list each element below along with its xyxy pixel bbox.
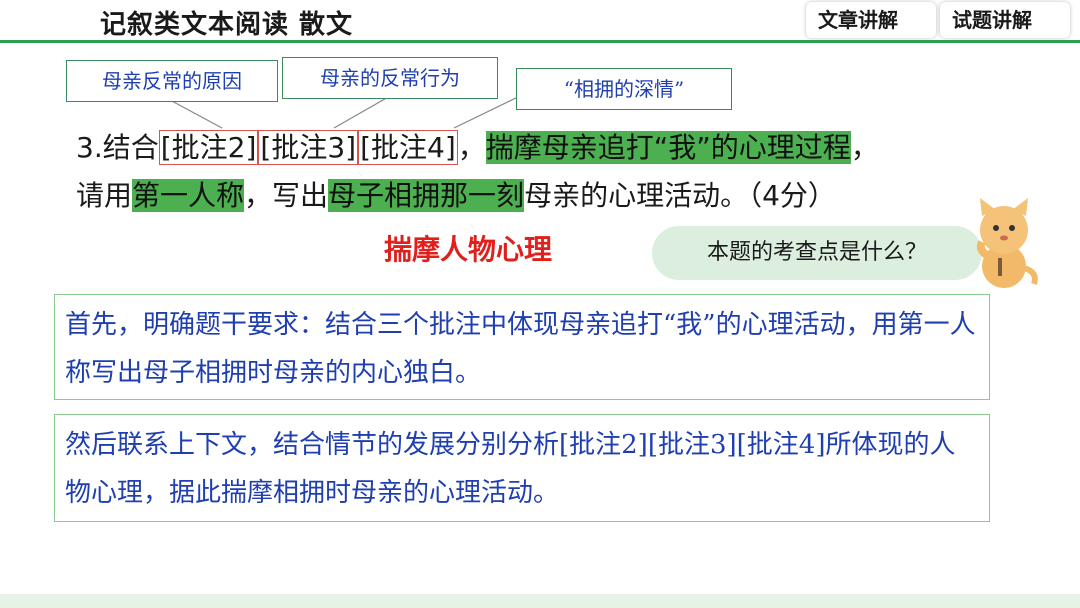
highlight-first-person: 第一人称 xyxy=(132,179,245,212)
highlight-process: 揣摩母亲追打“我”的心理过程 xyxy=(485,131,851,164)
key-point-title: 揣摩人物心理 xyxy=(384,233,553,266)
question-line-1: 3.结合[批注2] [批注3] [批注4]，揣摩母亲追打“我”的心理过程， xyxy=(76,124,1036,172)
question-pre2: 请用 xyxy=(76,179,133,212)
highlight-moment: 母子相拥那一刻 xyxy=(328,179,525,212)
question-bubble: 本题的考查点是什么？ xyxy=(652,226,982,280)
annotation-label-reason: 母亲反常的原因 xyxy=(66,60,278,102)
question-comma: ， xyxy=(850,131,879,164)
question-pre: 结合 xyxy=(102,131,159,164)
footer-bar xyxy=(0,594,1080,608)
question-post: 母亲的心理活动。（4分） xyxy=(524,179,836,212)
annotation-3: [批注3] xyxy=(258,130,359,165)
analysis-step-1: 首先，明确题干要求：结合三个批注中体现母亲追打“我”的心理活动，用第一人称写出母… xyxy=(54,294,990,400)
question-text: 3.结合[批注2] [批注3] [批注4]，揣摩母亲追打“我”的心理过程， 请用第一… xyxy=(76,124,1036,220)
question-mid: ，写出 xyxy=(244,179,329,212)
annotation-2: [批注2] xyxy=(158,130,259,165)
annotation-label-behavior: 母亲的反常行为 xyxy=(282,57,498,99)
annotation-label-embrace: “相拥的深情” xyxy=(516,68,732,110)
question-line-2: 请用第一人称，写出母子相拥那一刻母亲的心理活动。（4分） xyxy=(76,172,1036,220)
annotation-4: [批注4] xyxy=(358,130,458,165)
analysis-step-2: 然后联系上下文，结合情节的发展分别分析[批注2][批注3][批注4]所体现的人物… xyxy=(54,414,990,522)
question-number: 3. xyxy=(76,131,103,164)
cat-mascot-icon xyxy=(976,198,1038,288)
question-comma: ， xyxy=(457,131,486,164)
